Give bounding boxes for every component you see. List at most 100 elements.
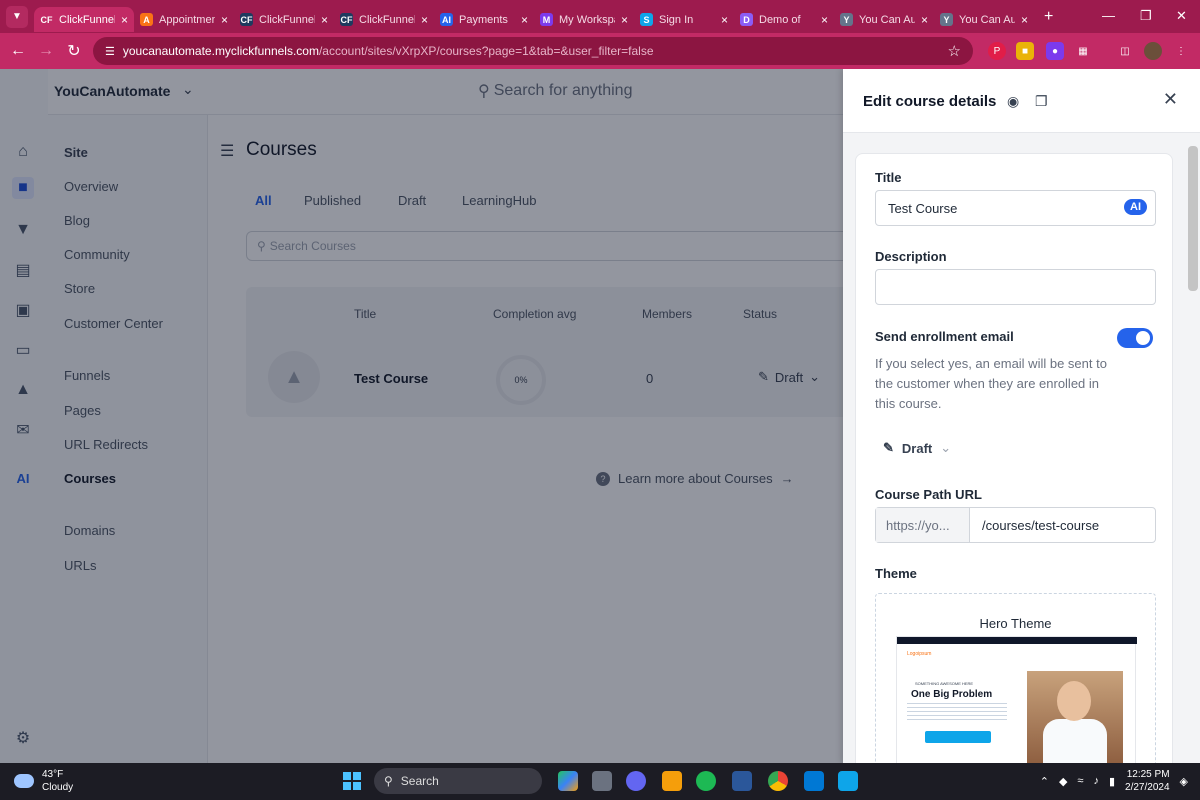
calculator-icon[interactable] <box>838 771 858 791</box>
theme-card[interactable]: Hero Theme Logoipsum SOMETHING AWESOME H… <box>875 593 1156 763</box>
word-icon[interactable] <box>732 771 752 791</box>
status-select[interactable]: ✎ Draft ⌄ <box>883 440 951 456</box>
enrollment-email-label: Send enrollment email <box>875 329 1014 344</box>
close-tab-icon[interactable]: × <box>721 13 728 27</box>
preview-photo-face <box>1057 681 1091 721</box>
preview-cta-button <box>925 731 991 743</box>
back-button[interactable]: ← <box>4 42 32 60</box>
weather-condition: Cloudy <box>42 782 74 793</box>
close-tab-icon[interactable]: × <box>621 13 628 27</box>
browser-tab[interactable]: AI Payments × <box>434 7 534 32</box>
title-input[interactable]: Test Course AI <box>875 190 1156 226</box>
chrome-icon[interactable] <box>768 771 788 791</box>
tab-title: You Can Au <box>859 13 915 26</box>
url-path: /account/sites/vXrpXP/courses?page=1&tab… <box>318 44 654 58</box>
draft-pencil-icon: ✎ <box>883 440 894 455</box>
teams-icon[interactable] <box>626 771 646 791</box>
clock[interactable]: 12:25 PM 2/27/2024 <box>1125 768 1170 794</box>
copilot-icon[interactable] <box>558 771 578 791</box>
preview-topbar <box>897 637 1137 644</box>
tab-favicon-icon: CF <box>240 13 253 26</box>
close-tab-icon[interactable]: × <box>821 13 828 27</box>
wifi-icon[interactable]: ≈ <box>1077 775 1083 787</box>
close-tab-icon[interactable]: × <box>121 13 128 27</box>
notification-bell-icon[interactable]: ◈ <box>1180 775 1188 788</box>
side-panel-icon[interactable]: ◫ <box>1116 42 1134 60</box>
edit-course-panel: Edit course details ◉ ❐ ✕ Title Test Cou… <box>843 69 1200 763</box>
theme-label: Theme <box>875 566 917 581</box>
spotify-icon[interactable] <box>696 771 716 791</box>
browser-tab[interactable]: CF ClickFunnels × <box>334 7 434 32</box>
enrollment-email-toggle[interactable] <box>1117 328 1153 348</box>
battery-icon[interactable]: ▮ <box>1109 775 1115 788</box>
site-info-icon[interactable]: ☰ <box>105 45 115 58</box>
panel-title: Edit course details <box>863 93 997 110</box>
description-input[interactable] <box>875 269 1156 305</box>
bookmark-star-icon[interactable]: ☆ <box>948 42 961 60</box>
close-tab-icon[interactable]: × <box>321 13 328 27</box>
reload-button[interactable]: ↻ <box>60 41 88 61</box>
pinterest-extension-icon[interactable]: P <box>988 42 1006 60</box>
browser-tab[interactable]: A Appointments × <box>134 7 234 32</box>
outlook-icon[interactable] <box>804 771 824 791</box>
tab-title: You Can Au <box>959 13 1015 26</box>
close-tab-icon[interactable]: × <box>1021 13 1028 27</box>
new-tab-button[interactable]: + <box>1044 8 1053 26</box>
extensions-puzzle-icon[interactable]: ▦ <box>1074 42 1092 60</box>
browser-tab[interactable]: Y You Can Au × <box>834 7 934 32</box>
search-icon: ⚲ <box>384 774 393 788</box>
panel-scrollbar[interactable] <box>1188 146 1198 291</box>
browser-tab[interactable]: CF ClickFunnels × <box>34 7 134 32</box>
cloud-icon <box>14 774 34 788</box>
forward-button[interactable]: → <box>32 42 60 60</box>
minimize-button[interactable]: — <box>1102 8 1115 23</box>
preview-headline: One Big Problem <box>911 689 993 700</box>
tab-favicon-icon: M <box>540 13 553 26</box>
close-tab-icon[interactable]: × <box>921 13 928 27</box>
time: 12:25 PM <box>1126 769 1170 780</box>
browser-menu-icon[interactable]: ⋮ <box>1172 42 1190 60</box>
extension-icon[interactable]: ■ <box>1016 42 1034 60</box>
ai-generate-button[interactable]: AI <box>1124 199 1147 215</box>
tab-favicon-icon: AI <box>440 13 453 26</box>
chevron-up-icon[interactable]: ⌃ <box>1040 775 1049 788</box>
modal-backdrop[interactable] <box>0 69 843 763</box>
course-path-field: https://yo... /courses/test-course <box>875 507 1156 543</box>
browser-tab[interactable]: S Sign In × <box>634 7 734 32</box>
browser-tab[interactable]: M My Workspace × <box>534 7 634 32</box>
close-tab-icon[interactable]: × <box>521 13 528 27</box>
windows-start-icon[interactable] <box>343 772 361 790</box>
tab-search-button[interactable]: ▼ <box>6 5 28 28</box>
url-host: youcanautomate.myclickfunnels.com <box>122 44 319 58</box>
enrollment-help-text: If you select yes, an email will be sent… <box>875 356 1107 411</box>
close-window-button[interactable]: ✕ <box>1176 8 1187 24</box>
taskbar-search-label: Search <box>400 774 439 788</box>
taskbar-search[interactable]: ⚲ Search <box>374 768 542 794</box>
system-tray: ⌃ ◆ ≈ ♪ ▮ 12:25 PM 2/27/2024 ◈ <box>1040 768 1188 794</box>
tab-title: Sign In <box>659 13 694 26</box>
tab-favicon-icon: S <box>640 13 653 26</box>
maximize-button[interactable]: ❐ <box>1140 8 1152 24</box>
browser-tab[interactable]: D Demo of × <box>734 7 834 32</box>
browser-tab-strip: ▼ CF ClickFunnels × A Appointments × CF ClickFu… <box>0 0 1200 33</box>
dropbox-icon[interactable]: ◆ <box>1059 775 1067 788</box>
title-label: Title <box>875 170 902 185</box>
close-icon[interactable]: ✕ <box>1163 89 1178 110</box>
close-tab-icon[interactable]: × <box>221 13 228 27</box>
copy-icon[interactable]: ❐ <box>1035 93 1048 110</box>
browser-tab[interactable]: Y You Can Au × <box>934 7 1034 32</box>
volume-icon[interactable]: ♪ <box>1093 775 1099 787</box>
panel-header: Edit course details ◉ ❐ ✕ <box>843 69 1200 133</box>
task-view-icon[interactable] <box>592 771 612 791</box>
address-bar[interactable]: ☰ youcanautomate.myclickfunnels.com/acco… <box>93 37 973 65</box>
tab-title: My Workspace <box>559 13 615 26</box>
tab-title: Appointments <box>159 13 215 26</box>
course-path-input[interactable]: /courses/test-course <box>970 508 1099 542</box>
profile-avatar[interactable] <box>1144 42 1162 60</box>
weather-widget[interactable]: 43°F Cloudy <box>14 768 73 794</box>
extension-icon-badge[interactable]: ● <box>1046 42 1064 60</box>
eye-icon[interactable]: ◉ <box>1007 93 1019 110</box>
file-explorer-icon[interactable] <box>662 771 682 791</box>
close-tab-icon[interactable]: × <box>421 13 428 27</box>
browser-tab[interactable]: CF ClickFunnels × <box>234 7 334 32</box>
